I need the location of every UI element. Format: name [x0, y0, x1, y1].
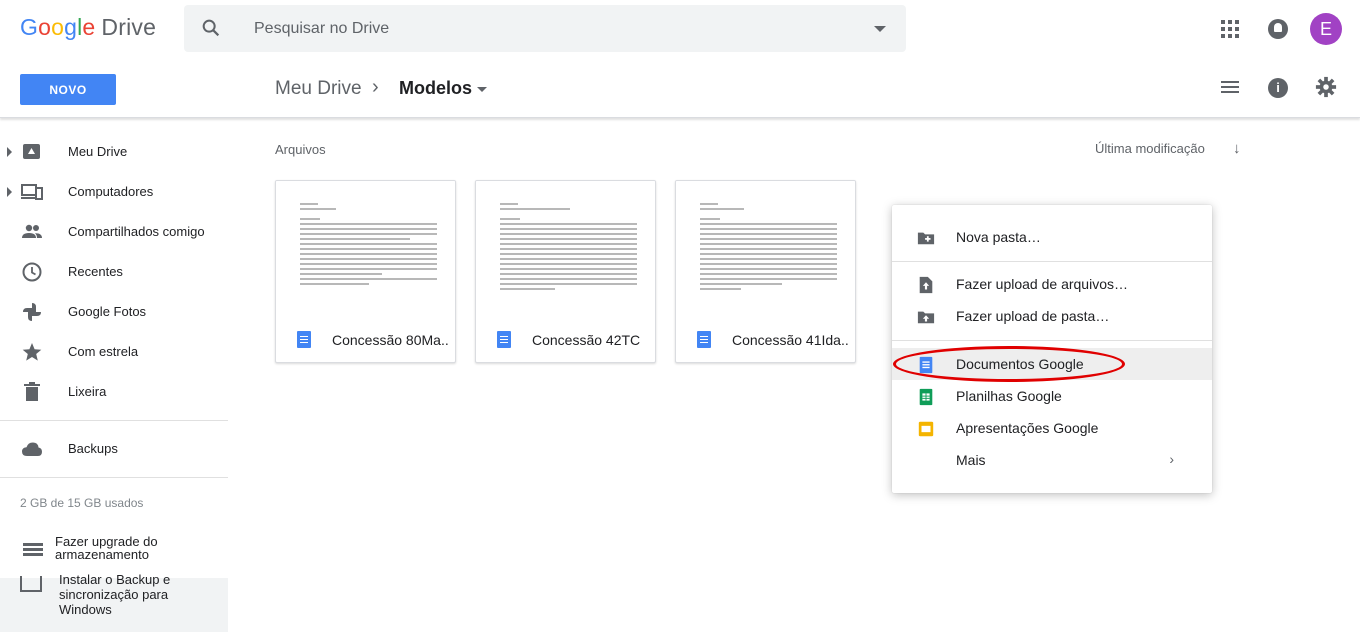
- install-backup-sync-link[interactable]: Instalar o Backup e sincronização para W…: [0, 572, 228, 632]
- menu-item-new-folder[interactable]: Nova pasta…: [892, 221, 1212, 253]
- search-icon[interactable]: [200, 17, 222, 39]
- file-name: Concessão 80Ma...: [332, 332, 448, 348]
- sidebar-divider: [0, 477, 228, 478]
- google-sheets-icon: [919, 388, 933, 406]
- google-drive-logo[interactable]: Google Drive: [20, 14, 156, 41]
- gear-icon[interactable]: [1315, 76, 1337, 98]
- folder-menu-caret-icon[interactable]: [477, 87, 487, 92]
- top-bar: GoogleDrive E: [0, 0, 1360, 58]
- google-docs-icon: [497, 331, 511, 348]
- expand-arrow-icon[interactable]: [7, 147, 12, 157]
- avatar[interactable]: E: [1310, 13, 1342, 45]
- sort-direction-arrow-icon[interactable]: ↓: [1233, 140, 1241, 157]
- file-card-footer: Concessão 80Ma...: [276, 314, 455, 362]
- storage-usage-text: 2 GB de 15 GB usados: [20, 496, 144, 510]
- sidebar-divider: [0, 420, 228, 421]
- photos-pinwheel-icon: [23, 303, 41, 321]
- file-card-footer: Concessão 42TC: [476, 314, 655, 362]
- search-input[interactable]: [254, 17, 814, 41]
- menu-item-upload-folder[interactable]: Fazer upload de pasta…: [892, 300, 1212, 332]
- computers-icon: [21, 184, 43, 200]
- sidebar-item-starred[interactable]: Com estrela: [0, 332, 228, 372]
- file-card[interactable]: Concessão 42TC: [475, 180, 656, 363]
- menu-item-google-docs[interactable]: Documentos Google: [892, 348, 1212, 380]
- google-docs-icon: [919, 356, 933, 374]
- breadcrumb-separator-icon: ›: [372, 76, 379, 98]
- file-name: Concessão 42TC: [532, 332, 641, 348]
- sidebar-item-google-photos[interactable]: Google Fotos: [0, 292, 228, 332]
- menu-divider: [892, 261, 1212, 262]
- upgrade-storage-link[interactable]: Fazer upgrade do armazenamento: [0, 532, 228, 568]
- breadcrumb-current-folder[interactable]: Modelos: [399, 78, 472, 99]
- menu-item-more[interactable]: Mais ›: [892, 444, 1212, 476]
- sidebar-item-trash[interactable]: Lixeira: [0, 372, 228, 412]
- star-icon: [22, 343, 42, 361]
- notifications-bell-icon[interactable]: [1268, 19, 1288, 39]
- menu-divider: [892, 340, 1212, 341]
- monitor-icon: [20, 576, 42, 592]
- menu-item-google-sheets[interactable]: Planilhas Google: [892, 380, 1212, 412]
- clock-icon: [22, 262, 42, 282]
- sidebar: Meu Drive Computadores Compartilhados co…: [0, 132, 228, 486]
- apps-grid-icon[interactable]: [1221, 20, 1239, 38]
- action-bar: NOVO Meu Drive › Modelos i: [0, 58, 1360, 118]
- google-slides-icon: [918, 421, 934, 437]
- new-item-menu: Nova pasta… Fazer upload de arquivos… Fa…: [892, 205, 1212, 493]
- sidebar-item-my-drive[interactable]: Meu Drive: [0, 132, 228, 172]
- expand-arrow-icon[interactable]: [7, 187, 12, 197]
- cloud-icon: [22, 442, 42, 456]
- info-icon[interactable]: i: [1268, 78, 1288, 98]
- chevron-right-icon: ›: [1169, 451, 1174, 467]
- search-options-dropdown-icon[interactable]: [874, 26, 886, 32]
- drive-icon: [23, 144, 40, 159]
- file-thumbnail: [276, 181, 455, 314]
- file-upload-icon: [919, 276, 933, 294]
- files-section-heading: Arquivos: [275, 142, 326, 157]
- search-box[interactable]: [184, 5, 906, 52]
- new-button[interactable]: NOVO: [20, 74, 116, 105]
- new-folder-icon: [917, 232, 935, 245]
- menu-item-google-slides[interactable]: Apresentações Google: [892, 412, 1212, 444]
- file-card-footer: Concessão 41Ida...: [676, 314, 855, 362]
- file-card[interactable]: Concessão 41Ida...: [675, 180, 856, 363]
- menu-item-upload-files[interactable]: Fazer upload de arquivos…: [892, 268, 1212, 300]
- sidebar-item-computers[interactable]: Computadores: [0, 172, 228, 212]
- google-docs-icon: [697, 331, 711, 348]
- file-thumbnail: [676, 181, 855, 314]
- list-view-icon[interactable]: [1221, 81, 1239, 95]
- google-docs-icon: [297, 331, 311, 348]
- file-card[interactable]: Concessão 80Ma...: [275, 180, 456, 363]
- storage-icon: [23, 543, 43, 559]
- breadcrumb-my-drive[interactable]: Meu Drive: [275, 78, 362, 100]
- shared-people-icon: [22, 224, 42, 238]
- sidebar-item-shared-with-me[interactable]: Compartilhados comigo: [0, 212, 228, 252]
- sidebar-item-backups[interactable]: Backups: [0, 429, 228, 469]
- sort-by-last-modified[interactable]: Última modificação: [1095, 141, 1205, 156]
- folder-upload-icon: [917, 311, 935, 324]
- sidebar-item-recent[interactable]: Recentes: [0, 252, 228, 292]
- file-name: Concessão 41Ida...: [732, 332, 848, 348]
- file-thumbnail: [476, 181, 655, 314]
- trash-icon: [24, 382, 40, 401]
